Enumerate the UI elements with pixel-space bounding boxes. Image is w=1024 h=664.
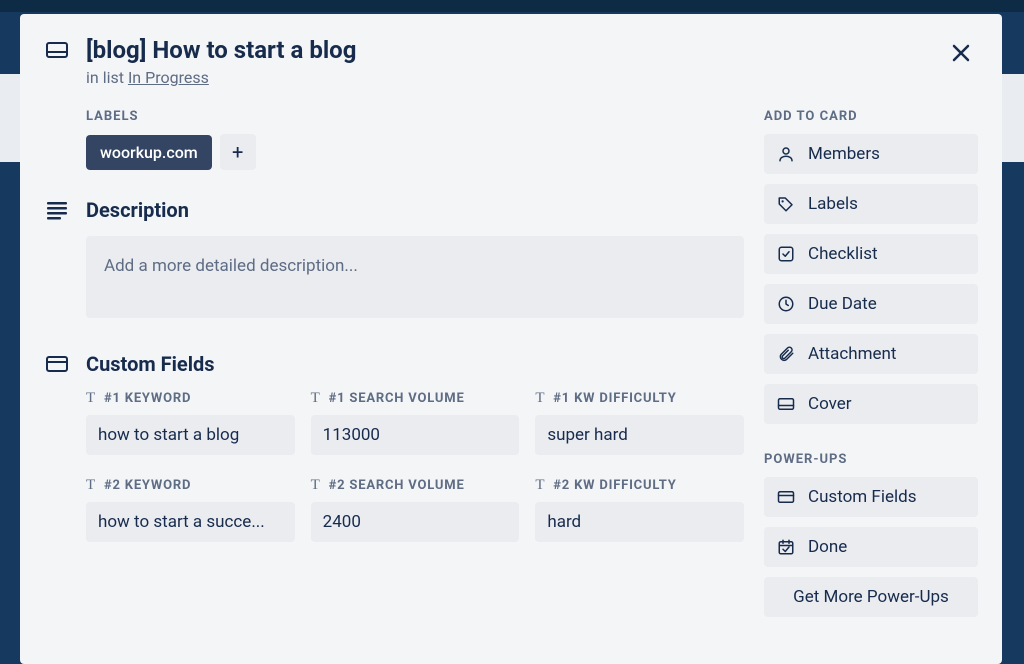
description-input[interactable]: Add a more detailed description... [86,236,744,318]
sidebar-item-label: Members [808,144,880,164]
close-button[interactable] [944,36,978,70]
custom-field: T#1 KEYWORD how to start a blog [86,390,295,455]
custom-fields-heading: Custom Fields [86,352,215,376]
text-type-icon: T [535,390,545,407]
sidebar-item-label: Cover [808,394,852,414]
description-heading: Description [86,198,189,222]
card-modal: [blog] How to start a blog in list In Pr… [20,14,1002,664]
members-button[interactable]: Members [764,134,978,174]
sidebar-item-label: Custom Fields [808,487,916,507]
custom-field-label: T#2 SEARCH VOLUME [311,477,520,494]
custom-field-value[interactable]: 113000 [311,415,520,455]
sidebar-item-label: Due Date [808,294,877,314]
plus-icon: + [232,140,243,164]
labels-icon [776,195,796,213]
card-title[interactable]: [blog] How to start a blog [86,36,356,64]
close-icon [951,43,971,63]
custom-field-label: T#1 KW DIFFICULTY [535,390,744,407]
checklist-icon [776,245,796,263]
text-type-icon: T [311,390,321,407]
power-ups-heading: POWER-UPS [764,452,978,467]
list-link[interactable]: In Progress [128,68,209,87]
custom-field: T#2 KEYWORD how to start a succe... [86,477,295,542]
custom-field-value[interactable]: 2400 [311,502,520,542]
custom-field-value[interactable]: hard [535,502,744,542]
custom-field-label: T#2 KEYWORD [86,477,295,494]
cover-icon [776,395,796,413]
text-type-icon: T [86,390,96,407]
description-icon [44,198,70,222]
add-label-button[interactable]: + [220,134,256,170]
custom-fields-icon [776,488,796,506]
custom-field: T#1 KW DIFFICULTY super hard [535,390,744,455]
done-icon [776,538,796,556]
custom-field: T#2 KW DIFFICULTY hard [535,477,744,542]
text-type-icon: T [311,477,321,494]
label-chip[interactable]: woorkup.com [86,135,212,170]
custom-field-value[interactable]: how to start a blog [86,415,295,455]
custom-field: T#1 SEARCH VOLUME 113000 [311,390,520,455]
text-type-icon: T [86,477,96,494]
labels-heading: LABELS [86,109,744,124]
sidebar-item-label: Labels [808,194,858,214]
custom-field-value[interactable]: how to start a succe... [86,502,295,542]
due-date-icon [776,295,796,313]
custom-field-value[interactable]: super hard [535,415,744,455]
add-to-card-heading: ADD TO CARD [764,109,978,124]
attachment-button[interactable]: Attachment [764,334,978,374]
sidebar-item-label: Attachment [808,344,896,364]
attachment-icon [776,345,796,363]
text-type-icon: T [535,477,545,494]
due-date-button[interactable]: Due Date [764,284,978,324]
custom-field-label: T#1 SEARCH VOLUME [311,390,520,407]
done-button[interactable]: Done [764,527,978,567]
get-more-power-ups-label: Get More Power-Ups [793,587,949,607]
sidebar-item-label: Done [808,537,847,557]
custom-fields-button[interactable]: Custom Fields [764,477,978,517]
cover-button[interactable]: Cover [764,384,978,424]
get-more-power-ups-button[interactable]: Get More Power-Ups [764,577,978,617]
custom-field: T#2 SEARCH VOLUME 2400 [311,477,520,542]
card-list-location: in list In Progress [86,68,978,87]
labels-button[interactable]: Labels [764,184,978,224]
members-icon [776,145,796,163]
custom-field-label: T#1 KEYWORD [86,390,295,407]
sidebar-item-label: Checklist [808,244,878,264]
checklist-button[interactable]: Checklist [764,234,978,274]
card-icon [44,38,70,62]
custom-fields-icon [44,352,70,376]
custom-field-label: T#2 KW DIFFICULTY [535,477,744,494]
